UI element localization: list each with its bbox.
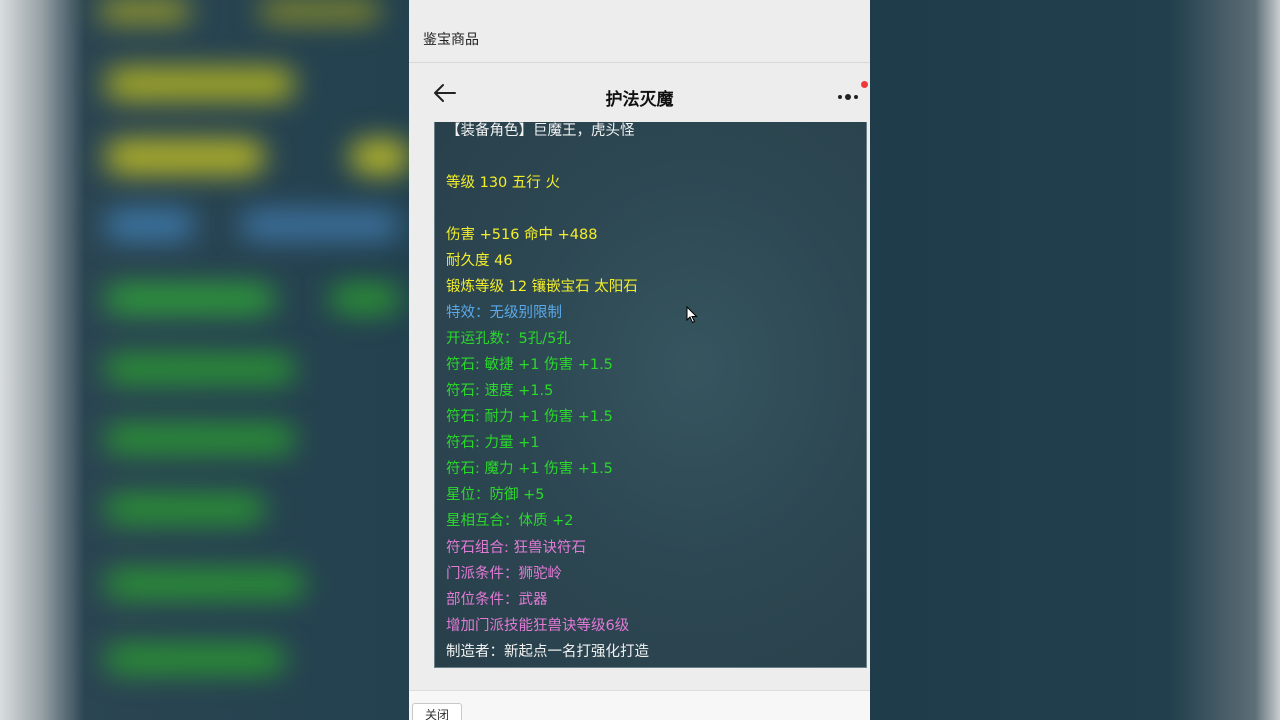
item-detail-line: 开运孔数：5孔/5孔 [446, 331, 571, 347]
blur-blob [105, 645, 285, 673]
mouse-cursor-icon [686, 306, 698, 324]
item-details-panel: 【装备角色】巨魔王，虎头怪 等级 130 五行 火伤害 +516 命中 +488 耐… [434, 122, 867, 668]
more-dots-icon[interactable] [834, 83, 864, 105]
item-detail-line: 星位：防御 +5 [446, 487, 545, 503]
item-detail-line: 制造者：新起点一名打强化打造 [446, 644, 649, 660]
item-detail-line: 伤害 +516 命中 +488 [446, 227, 598, 243]
nav-title: 护法灭魔 [605, 90, 674, 110]
blur-blob [240, 210, 400, 240]
blur-blob [105, 140, 265, 174]
close-button[interactable]: 关闭 [412, 703, 462, 720]
blur-blob [105, 495, 265, 523]
item-detail-line: 部位条件：武器 [446, 592, 548, 608]
blurred-background-right [870, 0, 1280, 720]
item-detail-line: 符石: 魔力 +1 伤害 +1.5 [446, 461, 613, 477]
blur-blob [260, 0, 380, 22]
bottom-bar: 关闭 [409, 690, 870, 720]
blur-blob [330, 285, 400, 313]
item-detail-line: 增加门派技能狂兽诀等级6级 [446, 618, 630, 634]
item-detail-line: 门派条件：狮驼岭 [446, 566, 562, 582]
item-detail-line: 符石: 耐力 +1 伤害 +1.5 [446, 409, 613, 425]
item-detail-line: 锻炼等级 12 镶嵌宝石 太阳石 [446, 279, 638, 295]
page-header: 鉴宝商品 [409, 0, 870, 63]
blur-blob [105, 355, 295, 383]
blur-blob [105, 570, 305, 598]
item-detail-line: 星相互合：体质 +2 [446, 513, 574, 529]
blurred-background-left [0, 0, 409, 720]
blur-blob [100, 0, 190, 22]
item-detail-line: 符石: 力量 +1 [446, 435, 540, 451]
item-detail-line: 特效：无级别限制 [446, 305, 562, 321]
blur-blob [105, 425, 295, 453]
item-detail-line: 符石组合: 狂兽诀符石 [446, 540, 586, 556]
item-detail-line: 等级 130 五行 火 [446, 175, 561, 191]
item-detail-line: 符石: 速度 +1.5 [446, 383, 554, 399]
item-detail-line: 符石: 敏捷 +1 伤害 +1.5 [446, 357, 613, 373]
blur-blob [105, 285, 275, 313]
blur-blob [350, 140, 409, 174]
nav-bar: 护法灭魔 [409, 63, 870, 123]
item-detail-line: 耐久度 46 [446, 253, 513, 269]
page-title: 鉴宝商品 [423, 32, 479, 48]
blur-blob [105, 68, 295, 100]
notification-dot [861, 81, 868, 88]
item-detail-line: 【装备角色】巨魔王，虎头怪 [446, 123, 635, 139]
blur-blob [105, 210, 195, 240]
